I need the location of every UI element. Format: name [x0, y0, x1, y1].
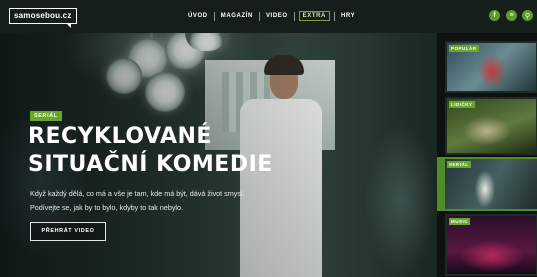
play-video-button[interactable]: PŘEHRÁT VIDEO [30, 222, 106, 241]
nav-item-magazin[interactable]: MAGAZÍN [215, 13, 259, 19]
facebook-icon[interactable]: f [489, 10, 500, 21]
site-logo[interactable]: samosebou.cz [9, 8, 77, 28]
category-sidebar: POPULÁR LIDIČKY SERIÁL MUSIC [437, 33, 537, 277]
sidebar-card-popular[interactable]: POPULÁR [445, 41, 537, 93]
search-icon[interactable]: ⚲ [522, 10, 533, 21]
hero-title-line: RECYKLOVANÉ [28, 124, 212, 149]
menu-icon[interactable]: ≡ [506, 10, 517, 21]
hero-title: RECYKLOVANÉ SITUAČNÍ KOMEDIE [28, 123, 273, 179]
main-nav: ÚVOD MAGAZÍN VIDEO EXTRA HRY [182, 11, 361, 21]
card-label: LIDIČKY [449, 101, 475, 108]
sidebar-card-serial[interactable]: SERIÁL [437, 157, 537, 211]
nav-divider [293, 11, 295, 21]
nav-item-video[interactable]: VIDEO [260, 13, 294, 19]
sidebar-card-music[interactable]: MUSIC [445, 214, 537, 276]
category-tag: SERIÁL [30, 111, 62, 121]
top-navbar: samosebou.cz ÚVOD MAGAZÍN VIDEO EXTRA HR… [0, 0, 537, 33]
card-label: POPULÁR [449, 45, 479, 52]
card-label: MUSIC [449, 218, 470, 225]
hero-title-line: SITUAČNÍ KOMEDIE [28, 152, 273, 177]
nav-item-hry[interactable]: HRY [335, 13, 361, 19]
card-label: SERIÁL [447, 161, 471, 168]
sidebar-card-lidicky[interactable]: LIDIČKY [445, 97, 537, 155]
hero-description: Když každý dělá, co má a vše je tam, kde… [30, 189, 245, 212]
nav-item-uvod[interactable]: ÚVOD [182, 13, 214, 19]
nav-item-extra[interactable]: EXTRA [298, 11, 330, 21]
